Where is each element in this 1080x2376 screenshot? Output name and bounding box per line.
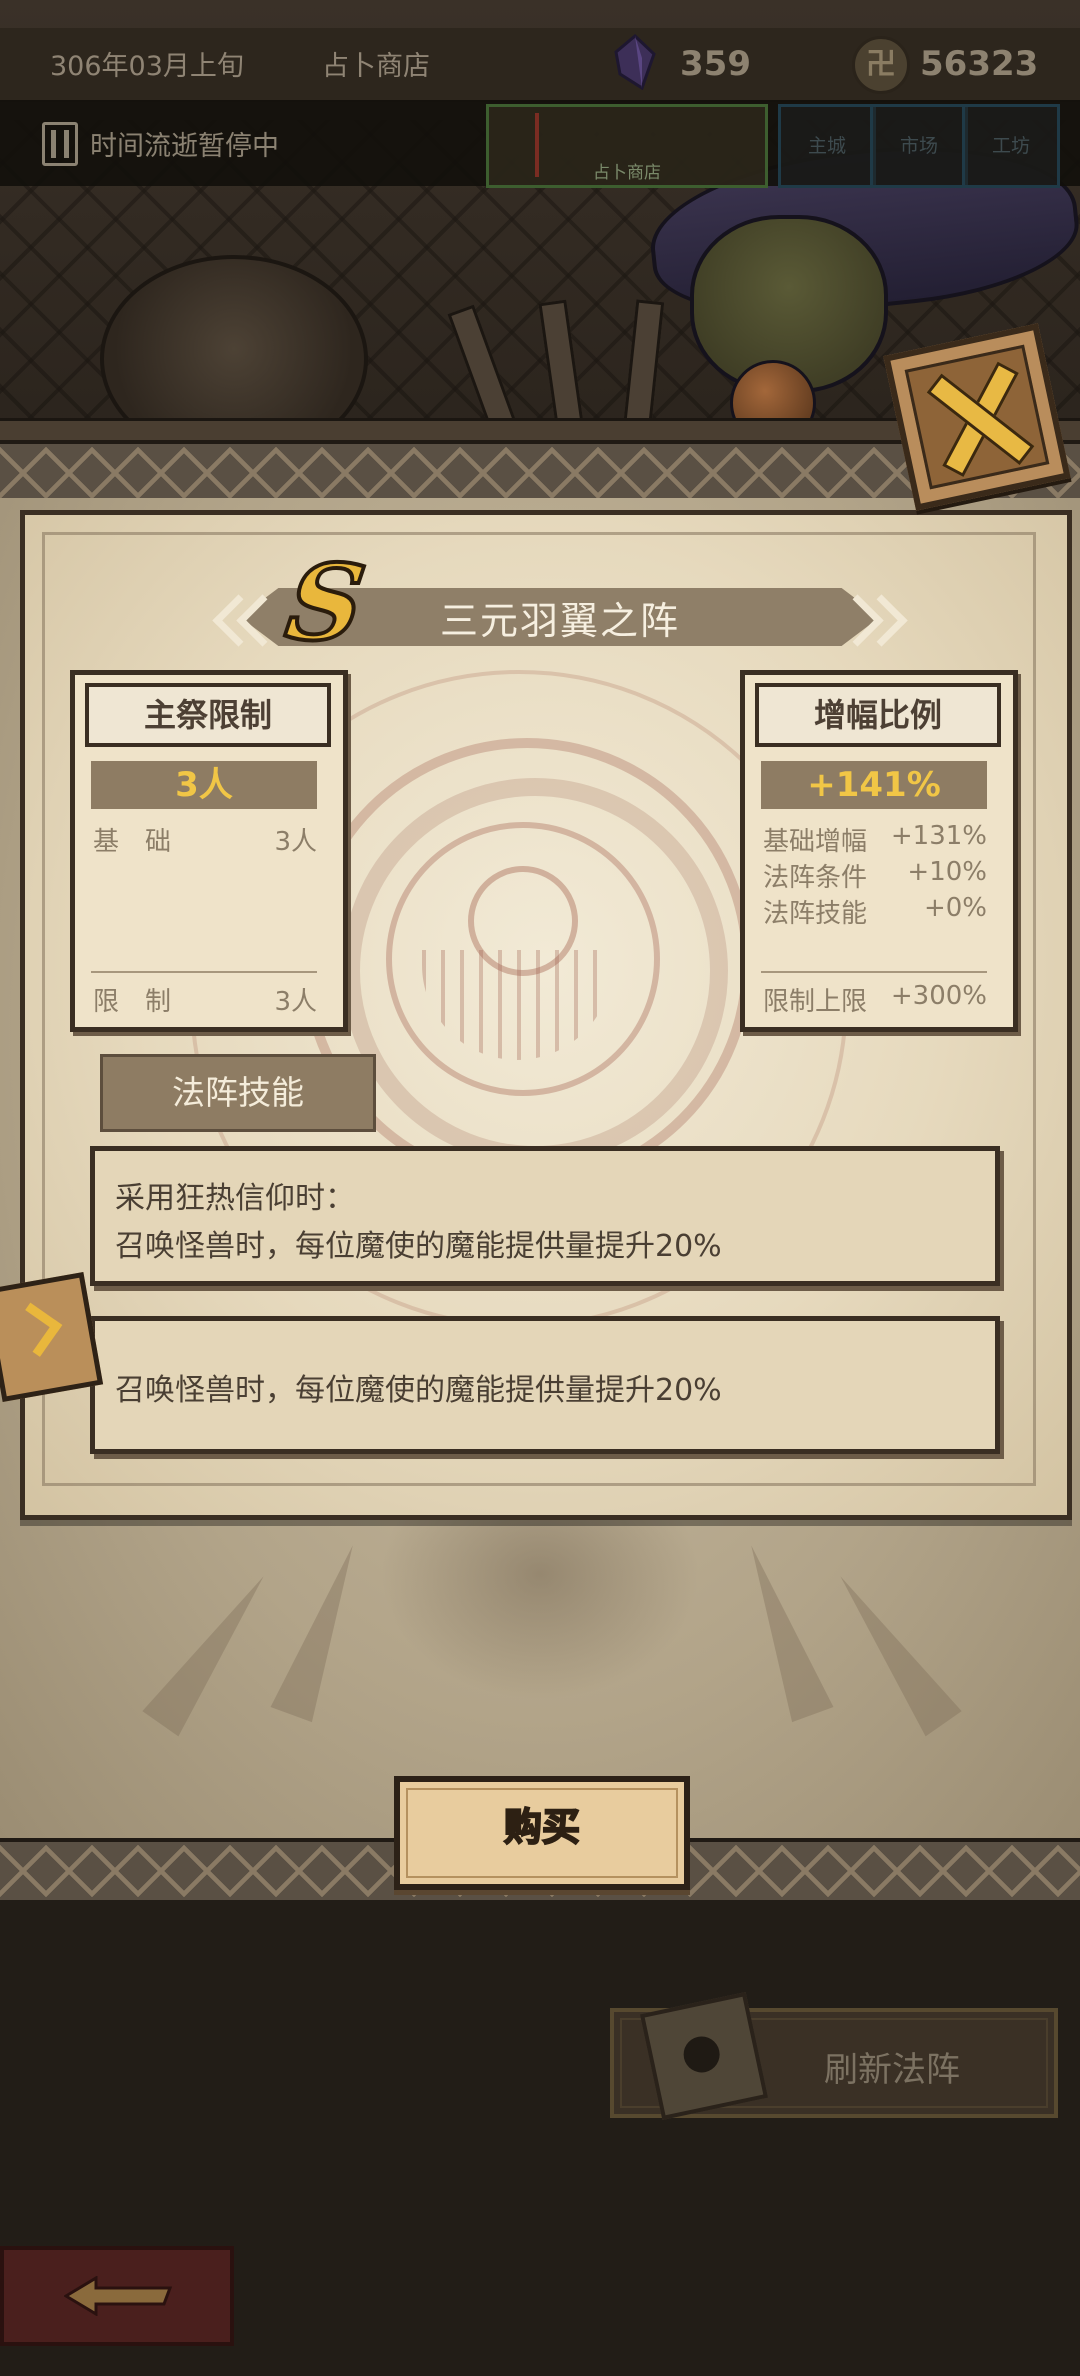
buy-button-label: 购买 — [503, 1804, 581, 1850]
refresh-button-label: 刷新法阵 — [824, 2050, 960, 2090]
host-limit-card: 主祭限制 3人 基 础 3人 限 制 3人 — [70, 670, 348, 1032]
tab-slot-2[interactable]: 市场 — [870, 104, 968, 188]
chevron-right-icon — [7, 1302, 63, 1357]
row-label: 基础增幅 — [763, 827, 868, 857]
tab-slot-1[interactable]: 主城 — [778, 104, 876, 188]
tab-fortune-shop[interactable]: 占卜商店 — [486, 104, 768, 188]
row-value: +131% — [890, 821, 987, 851]
row-label: 法阵条件 — [763, 863, 868, 893]
refresh-formation-button[interactable]: 刷新法阵 — [610, 1991, 1058, 2121]
tab-slot-3-label: 工坊 — [991, 135, 1030, 157]
back-button[interactable] — [0, 2246, 234, 2346]
tab-slot-2-label: 市场 — [899, 135, 938, 157]
row-value: 3人 — [274, 827, 317, 857]
game-date: 306年03月上旬 — [50, 51, 244, 82]
time-status: 时间流逝暂停中 — [90, 131, 279, 162]
tab-fortune-shop-label: 占卜商店 — [593, 163, 661, 183]
gem-icon — [614, 34, 656, 90]
skill-entry: 召唤怪兽时，每位魔使的魔能提供量提升20% — [90, 1316, 1000, 1454]
divider — [91, 971, 317, 973]
faded-emblem — [380, 1490, 700, 1700]
row-value: 3人 — [274, 987, 317, 1017]
row-label: 法阵技能 — [763, 899, 868, 929]
amplify-ratio-value: +141% — [761, 761, 987, 809]
row-value: +0% — [923, 893, 987, 923]
host-limit-value: 3人 — [91, 761, 317, 809]
close-x-stroke — [926, 373, 1035, 466]
amplify-ratio-card: 增幅比例 +141% 基础增幅 +131% 法阵条件 +10% 法阵技能 +0%… — [740, 670, 1018, 1032]
formation-skills-label: 法阵技能 — [100, 1054, 376, 1132]
gem-count: 359 — [680, 44, 751, 84]
tab-slot-3[interactable]: 工坊 — [962, 104, 1060, 188]
top-hud: 306年03月上旬 占卜商店 359 卍 56323 时间流逝暂停中 占卜商店 … — [0, 0, 1080, 188]
grade-badge: S — [277, 539, 373, 666]
row-value: +10% — [907, 857, 987, 887]
formation-detail-panel: 三元羽翼之阵 S 主祭限制 3人 基 础 3人 限 制 3人 增幅比例 +141… — [0, 510, 1072, 1520]
host-limit-header: 主祭限制 — [85, 683, 331, 747]
coin-count: 56323 — [920, 44, 1039, 84]
back-arrow-icon — [64, 2276, 173, 2316]
skill-entry: 采用狂热信仰时： 召唤怪兽时，每位魔使的魔能提供量提升20% — [90, 1146, 1000, 1286]
row-label: 限制上限 — [763, 987, 868, 1017]
refresh-icon-dot — [680, 2033, 723, 2076]
close-x-icon — [904, 344, 1050, 490]
current-location: 占卜商店 — [322, 51, 430, 82]
row-label: 限 制 — [93, 987, 172, 1017]
refresh-card-icon — [639, 1991, 769, 2121]
divider — [761, 971, 987, 973]
buy-button[interactable]: 购买 — [394, 1776, 690, 1890]
close-button[interactable] — [883, 323, 1071, 511]
row-label: 基 础 — [93, 827, 172, 857]
tab-slot-1-label: 主城 — [807, 135, 846, 157]
coin-icon: 卍 — [852, 36, 910, 94]
skill-condition: 采用狂热信仰时： — [115, 1181, 355, 1216]
skill-effect: 召唤怪兽时，每位魔使的魔能提供量提升20% — [115, 1229, 722, 1264]
amplify-ratio-header: 增幅比例 — [755, 683, 1001, 747]
row-value: +300% — [890, 981, 987, 1011]
skill-effect: 召唤怪兽时，每位魔使的魔能提供量提升20% — [115, 1373, 722, 1408]
pause-icon[interactable] — [42, 122, 78, 166]
